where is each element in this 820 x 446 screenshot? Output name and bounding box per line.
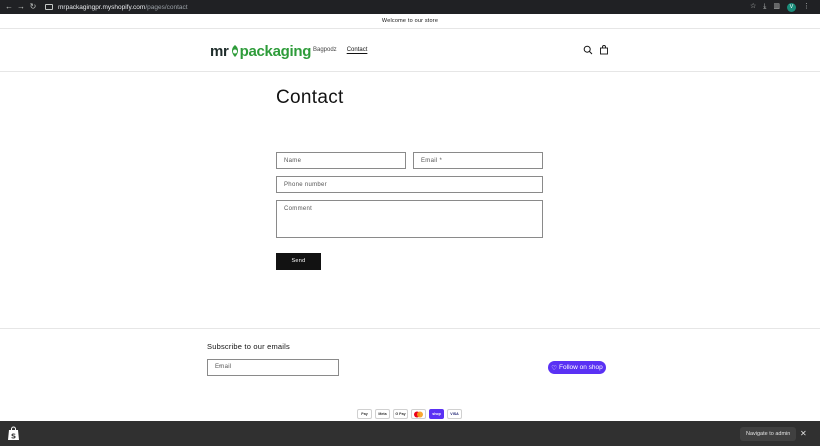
- name-placeholder: Name: [284, 158, 302, 164]
- name-field[interactable]: Name: [276, 152, 406, 169]
- leaf-icon: [231, 45, 238, 57]
- nav-item-contact[interactable]: Contact: [347, 47, 368, 53]
- download-icon[interactable]: ⤓: [763, 0, 766, 14]
- shop-pay-icon: shop: [429, 409, 444, 419]
- profile-avatar[interactable]: V: [787, 2, 796, 12]
- cart-icon[interactable]: [599, 45, 609, 55]
- menu-icon[interactable]: ⋮: [803, 0, 810, 14]
- arrow-right-icon[interactable]: →: [215, 362, 331, 369]
- forward-icon[interactable]: →: [15, 0, 27, 14]
- newsletter-email-input[interactable]: Email →: [207, 359, 339, 376]
- bookmark-star-icon[interactable]: ☆: [750, 0, 756, 14]
- comment-field[interactable]: Comment: [276, 200, 543, 238]
- sidebar-icon[interactable]: ▥: [773, 0, 780, 14]
- phone-field[interactable]: Phone number: [276, 176, 543, 193]
- follow-on-shop-button[interactable]: ♡ Follow on shop: [548, 361, 606, 374]
- url-path: /pages/contact: [145, 3, 188, 11]
- footer-divider: [0, 328, 820, 329]
- payment-icons: Pay Meta G Pay shop VISA: [357, 409, 462, 419]
- navigate-to-admin-button[interactable]: Navigate to admin: [740, 427, 797, 441]
- svg-text:S: S: [11, 433, 16, 441]
- email-field[interactable]: Email *: [413, 152, 543, 169]
- main-nav: Bagpodz Contact: [313, 47, 367, 53]
- search-icon[interactable]: [583, 45, 593, 55]
- store-logo[interactable]: mr packaging: [210, 41, 311, 61]
- address-bar[interactable]: mrpackagingpr.myshopify.com/pages/contac…: [58, 4, 188, 11]
- logo-prefix: mr: [210, 42, 229, 60]
- browser-toolbar: ← → ↻ mrpackagingpr.myshopify.com/pages/…: [0, 0, 820, 14]
- google-pay-icon: G Pay: [393, 409, 408, 419]
- meta-pay-icon: Meta: [375, 409, 390, 419]
- subscribe-title: Subscribe to our emails: [207, 342, 290, 351]
- send-button[interactable]: Send: [276, 253, 321, 270]
- email-placeholder: Email *: [421, 158, 443, 164]
- url-host: mrpackagingpr.myshopify.com: [58, 3, 146, 11]
- heart-icon: ♡: [551, 364, 558, 372]
- logo-suffix: packaging: [239, 42, 312, 60]
- page-title: Contact: [276, 87, 344, 108]
- reload-icon[interactable]: ↻: [27, 0, 39, 14]
- visa-icon: VISA: [447, 409, 462, 419]
- apple-pay-icon: Pay: [357, 409, 372, 419]
- shopify-admin-bar: S Navigate to admin ✕: [0, 421, 820, 446]
- follow-label: Follow on shop: [559, 364, 603, 371]
- site-header: mr packaging Bagpodz Contact: [0, 30, 820, 72]
- phone-placeholder: Phone number: [284, 182, 327, 188]
- site-settings-icon[interactable]: [45, 4, 53, 10]
- back-icon[interactable]: ←: [3, 0, 15, 14]
- mastercard-icon: [411, 409, 426, 419]
- nav-item-bagpodz[interactable]: Bagpodz: [313, 47, 337, 53]
- shopify-bag-icon[interactable]: S: [7, 426, 20, 441]
- comment-placeholder: Comment: [284, 206, 313, 212]
- close-icon[interactable]: ✕: [800, 427, 807, 441]
- announcement-bar: Welcome to our store: [0, 14, 820, 29]
